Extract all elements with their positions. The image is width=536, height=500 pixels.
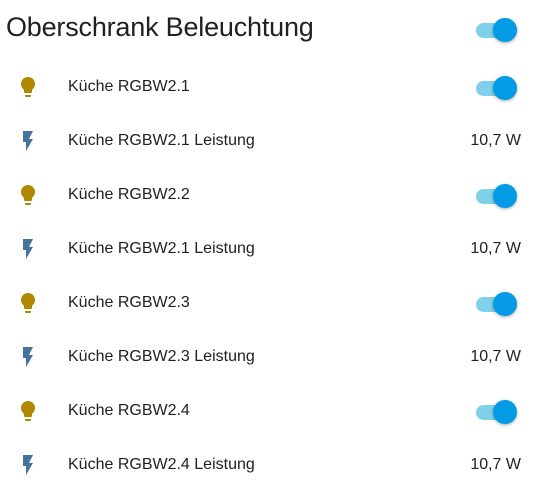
- toggle-thumb: [493, 292, 517, 316]
- flash-icon: [16, 237, 40, 261]
- entity-name: Küche RGBW2.4 Leistung: [68, 456, 255, 473]
- entity-state-value: 10,7 W: [470, 348, 521, 365]
- entity-state-value: 10,7 W: [470, 240, 521, 257]
- entity-row-sensor[interactable]: Küche RGBW2.4 Leistung 10,7 W: [0, 439, 536, 493]
- header-toggle[interactable]: [474, 17, 518, 43]
- card-header: Oberschrank Beleuchtung: [0, 0, 536, 58]
- entity-toggle[interactable]: [474, 399, 518, 425]
- entity-toggle[interactable]: [474, 291, 518, 317]
- toggle-thumb: [493, 18, 517, 42]
- flash-icon: [16, 453, 40, 477]
- entity-row-light[interactable]: Küche RGBW2.4: [0, 385, 536, 439]
- entity-state-value: 10,7 W: [470, 132, 521, 149]
- lightbulb-icon: [16, 183, 40, 207]
- entity-name: Küche RGBW2.1: [68, 78, 190, 95]
- entity-row-light[interactable]: Küche RGBW2.3: [0, 277, 536, 331]
- card-title: Oberschrank Beleuchtung: [6, 12, 314, 42]
- entity-row-sensor[interactable]: Küche RGBW2.3 Leistung 10,7 W: [0, 331, 536, 385]
- toggle-thumb: [493, 76, 517, 100]
- entities-card: Oberschrank Beleuchtung Küche RGBW2.1 Kü…: [0, 0, 536, 500]
- entity-name: Küche RGBW2.3: [68, 294, 190, 311]
- entity-row-sensor[interactable]: Küche RGBW2.1 Leistung 10,7 W: [0, 223, 536, 277]
- flash-icon: [16, 345, 40, 369]
- flash-icon: [16, 129, 40, 153]
- lightbulb-icon: [16, 291, 40, 315]
- entity-row-light[interactable]: Küche RGBW2.1: [0, 61, 536, 115]
- entity-name: Küche RGBW2.2: [68, 186, 190, 203]
- toggle-thumb: [493, 400, 517, 424]
- entity-row-sensor[interactable]: Küche RGBW2.1 Leistung 10,7 W: [0, 115, 536, 169]
- toggle-thumb: [493, 184, 517, 208]
- entity-toggle[interactable]: [474, 183, 518, 209]
- lightbulb-icon: [16, 75, 40, 99]
- entity-name: Küche RGBW2.1 Leistung: [68, 132, 255, 149]
- entity-row-light[interactable]: Küche RGBW2.2: [0, 169, 536, 223]
- entity-name: Küche RGBW2.3 Leistung: [68, 348, 255, 365]
- entity-name: Küche RGBW2.1 Leistung: [68, 240, 255, 257]
- lightbulb-icon: [16, 399, 40, 423]
- entity-toggle[interactable]: [474, 75, 518, 101]
- entity-name: Küche RGBW2.4: [68, 402, 190, 419]
- entity-state-value: 10,7 W: [470, 456, 521, 473]
